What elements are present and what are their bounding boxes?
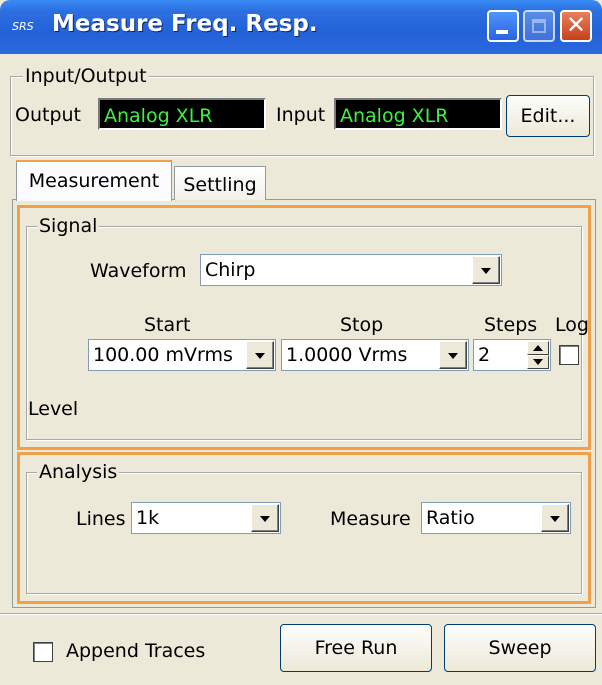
log-label: Log	[555, 314, 589, 336]
measure-label: Measure	[330, 508, 411, 530]
signal-legend: Signal	[37, 215, 100, 237]
chevron-down-icon	[448, 353, 458, 359]
steps-label: Steps	[484, 314, 538, 336]
stop-label: Stop	[340, 314, 384, 336]
close-button[interactable]: ✕	[560, 10, 592, 42]
maximize-button[interactable]	[523, 10, 555, 42]
steps-spinner[interactable]: 2	[473, 339, 551, 371]
minimize-button[interactable]	[487, 10, 519, 42]
start-level-value: 100.00 mVrms	[93, 344, 233, 366]
maximize-icon	[532, 19, 546, 33]
edit-button[interactable]: Edit...	[506, 95, 590, 137]
sweep-button[interactable]: Sweep	[444, 624, 596, 672]
output-display: Analog XLR	[98, 98, 266, 130]
stop-dropdown-button[interactable]	[439, 341, 467, 369]
chevron-down-icon	[481, 268, 491, 274]
append-traces-label: Append Traces	[66, 640, 206, 662]
app-logo-icon: SRS	[12, 20, 34, 33]
start-label: Start	[144, 314, 191, 336]
measure-value: Ratio	[426, 507, 475, 529]
free-run-button[interactable]: Free Run	[280, 624, 432, 672]
stop-level-select[interactable]: 1.0000 Vrms	[281, 339, 469, 371]
chevron-down-icon	[260, 516, 270, 522]
analysis-legend: Analysis	[37, 461, 120, 483]
measure-select[interactable]: Ratio	[421, 502, 571, 534]
tab-measurement[interactable]: Measurement	[16, 160, 172, 201]
start-level-select[interactable]: 100.00 mVrms	[88, 339, 276, 371]
minimize-icon	[496, 30, 508, 34]
chevron-down-icon	[550, 516, 560, 522]
measure-dropdown-button[interactable]	[541, 504, 569, 532]
waveform-select[interactable]: Chirp	[200, 254, 502, 286]
level-label: Level	[28, 398, 79, 420]
arrow-up-icon	[533, 345, 543, 351]
append-traces-checkbox[interactable]	[33, 642, 53, 662]
steps-increment-button[interactable]	[527, 341, 549, 355]
chevron-down-icon	[255, 353, 265, 359]
input-display: Analog XLR	[334, 98, 502, 130]
input-label: Input	[276, 104, 326, 126]
tab-settling[interactable]: Settling	[174, 166, 266, 200]
log-checkbox[interactable]	[559, 345, 579, 365]
waveform-label: Waveform	[90, 260, 187, 282]
waveform-value: Chirp	[205, 259, 256, 281]
start-dropdown-button[interactable]	[246, 341, 274, 369]
input-output-legend: Input/Output	[23, 65, 149, 87]
steps-decrement-button[interactable]	[527, 355, 549, 369]
window-title: Measure Freq. Resp.	[52, 11, 318, 37]
output-label: Output	[15, 104, 81, 126]
lines-value: 1k	[136, 507, 160, 529]
arrow-down-icon	[533, 359, 543, 365]
close-icon: ✕	[565, 11, 587, 39]
lines-select[interactable]: 1k	[131, 502, 281, 534]
title-bar[interactable]: SRS Measure Freq. Resp. ✕	[0, 0, 602, 54]
waveform-dropdown-button[interactable]	[472, 256, 500, 284]
steps-value: 2	[478, 344, 491, 366]
lines-label: Lines	[76, 508, 126, 530]
footer-separator	[0, 613, 602, 615]
stop-level-value: 1.0000 Vrms	[286, 344, 408, 366]
lines-dropdown-button[interactable]	[251, 504, 279, 532]
measure-freq-resp-window: SRS Measure Freq. Resp. ✕ Input/Output O…	[0, 0, 602, 685]
